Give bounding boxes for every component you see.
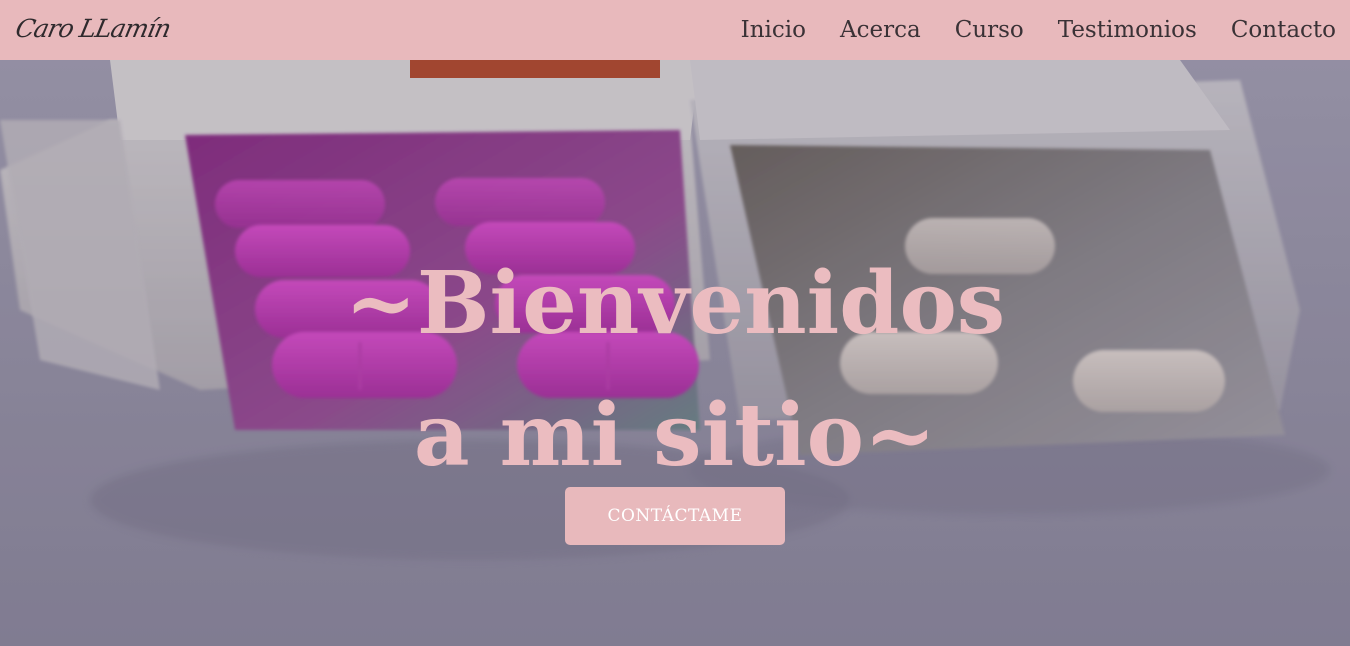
contact-button[interactable]: CONTÁCTAME (565, 487, 785, 545)
nav-link-inicio[interactable]: Inicio (741, 17, 806, 43)
nav-link-contacto[interactable]: Contacto (1231, 17, 1336, 43)
nav-link-acerca[interactable]: Acerca (840, 17, 921, 43)
nav-link-testimonios[interactable]: Testimonios (1058, 17, 1197, 43)
nav-menu: Inicio Acerca Curso Testimonios Contacto (741, 0, 1336, 60)
hero-title-line-1: ~Bienvenidos (344, 253, 1006, 354)
page: Caro LLamín Inicio Acerca Curso Testimon… (0, 0, 1350, 646)
nav-link-curso[interactable]: Curso (955, 17, 1024, 43)
hero-title-line-2: a mi sitio~ (413, 385, 937, 486)
hero-title: ~Bienvenidos a mi sitio~ (0, 238, 1350, 502)
brand-logo[interactable]: Caro LLamín (13, 14, 173, 43)
navbar: Caro LLamín Inicio Acerca Curso Testimon… (0, 0, 1350, 60)
